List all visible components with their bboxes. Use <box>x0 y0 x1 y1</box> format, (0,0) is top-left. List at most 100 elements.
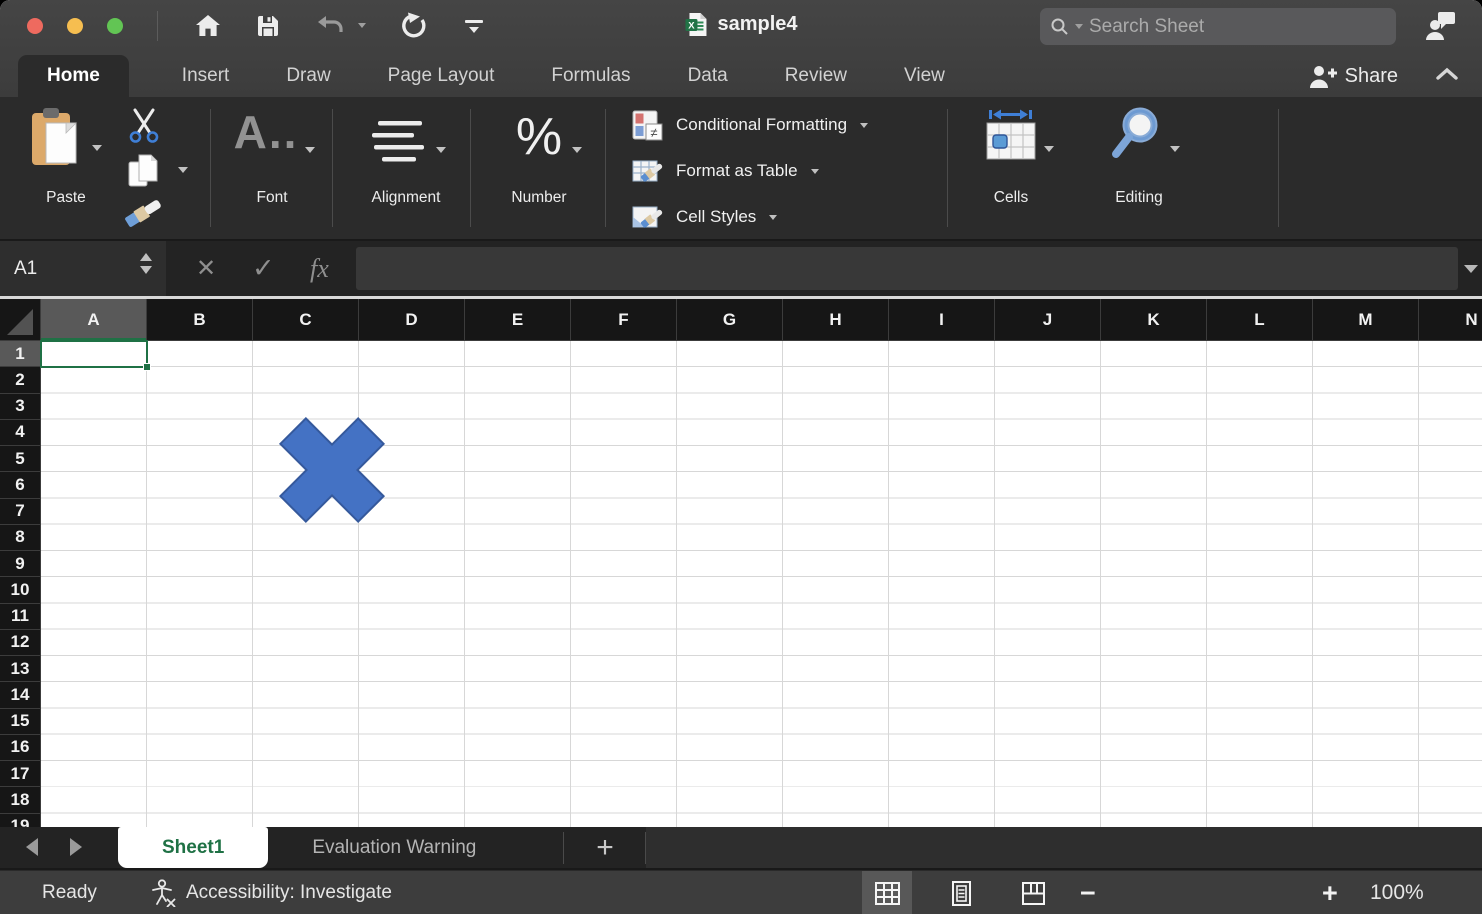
format-painter-icon <box>122 195 166 229</box>
minimize-window-button[interactable] <box>67 18 83 34</box>
fill-handle[interactable] <box>143 363 151 371</box>
paste-button[interactable] <box>30 107 80 174</box>
select-all-button[interactable] <box>0 299 41 341</box>
row-header-15[interactable]: 15 <box>0 709 41 735</box>
save-button[interactable] <box>250 8 286 44</box>
undo-dropdown[interactable] <box>358 23 366 28</box>
cut-button[interactable] <box>126 108 162 149</box>
zoom-out-button[interactable]: − <box>1080 871 1096 914</box>
conditional-formatting-button[interactable]: ≠ Conditional Formatting <box>632 110 868 140</box>
sheet-tabs: Sheet1Evaluation Warning <box>118 827 520 868</box>
cells-button[interactable] <box>982 109 1040 166</box>
undo-button[interactable] <box>313 8 349 44</box>
insert-function-button[interactable]: fx <box>310 241 329 296</box>
number-dropdown[interactable] <box>572 147 582 153</box>
cells-dropdown[interactable] <box>1044 146 1054 152</box>
row-header-3[interactable]: 3 <box>0 394 41 420</box>
formula-input[interactable] <box>356 247 1458 290</box>
format-painter-button[interactable] <box>122 195 166 234</box>
page-break-view-button[interactable] <box>1008 871 1058 914</box>
row-header-5[interactable]: 5 <box>0 446 41 472</box>
ribbon-group-divider <box>470 109 471 227</box>
column-header-d[interactable]: D <box>359 299 465 341</box>
sheet-tab-evaluation-warning[interactable]: Evaluation Warning <box>268 827 520 868</box>
editing-dropdown[interactable] <box>1170 146 1180 152</box>
tab-page-layout[interactable]: Page Layout <box>384 55 499 97</box>
name-box[interactable]: A1 <box>0 241 166 296</box>
row-header-4[interactable]: 4 <box>0 420 41 446</box>
add-sheet-button[interactable]: + <box>565 827 645 868</box>
cell-styles-button[interactable]: Cell Styles <box>632 202 777 232</box>
next-sheet-button[interactable] <box>70 838 82 856</box>
toolbar-divider <box>157 11 158 41</box>
row-header-13[interactable]: 13 <box>0 656 41 682</box>
home-button[interactable] <box>190 8 226 44</box>
formula-bar-expand[interactable] <box>1464 265 1478 273</box>
tab-review[interactable]: Review <box>781 55 851 97</box>
column-header-m[interactable]: M <box>1313 299 1419 341</box>
previous-sheet-button[interactable] <box>26 838 38 856</box>
cancel-button[interactable]: ✕ <box>196 241 216 296</box>
row-header-10[interactable]: 10 <box>0 577 41 603</box>
column-header-a[interactable]: A <box>41 299 147 341</box>
tab-draw[interactable]: Draw <box>282 55 334 97</box>
column-header-i[interactable]: I <box>889 299 995 341</box>
copy-dropdown[interactable] <box>178 167 188 173</box>
column-header-j[interactable]: J <box>995 299 1101 341</box>
grid-cells[interactable] <box>41 341 1482 827</box>
row-header-18[interactable]: 18 <box>0 787 41 813</box>
format-as-table-button[interactable]: Format as Table <box>632 156 819 186</box>
normal-view-button[interactable] <box>862 871 912 914</box>
column-header-e[interactable]: E <box>465 299 571 341</box>
share-button[interactable]: Share <box>1307 64 1398 88</box>
number-format-button[interactable]: % <box>506 107 572 167</box>
tab-insert[interactable]: Insert <box>178 55 234 97</box>
page-layout-view-button[interactable] <box>936 871 986 914</box>
editing-button[interactable] <box>1110 106 1162 167</box>
row-header-9[interactable]: 9 <box>0 551 41 577</box>
row-header-14[interactable]: 14 <box>0 682 41 708</box>
row-header-8[interactable]: 8 <box>0 525 41 551</box>
customize-toolbar-button[interactable] <box>456 8 492 44</box>
row-header-16[interactable]: 16 <box>0 735 41 761</box>
tab-home[interactable]: Home <box>18 55 129 97</box>
row-header-11[interactable]: 11 <box>0 604 41 630</box>
column-header-h[interactable]: H <box>783 299 889 341</box>
column-header-c[interactable]: C <box>253 299 359 341</box>
cross-shape[interactable] <box>272 412 392 528</box>
row-header-17[interactable]: 17 <box>0 761 41 787</box>
row-header-1[interactable]: 1 <box>0 341 41 367</box>
copy-button[interactable] <box>127 153 161 196</box>
column-header-b[interactable]: B <box>147 299 253 341</box>
close-window-button[interactable] <box>27 18 43 34</box>
row-header-2[interactable]: 2 <box>0 367 41 393</box>
row-header-6[interactable]: 6 <box>0 472 41 498</box>
column-header-g[interactable]: G <box>677 299 783 341</box>
paste-dropdown[interactable] <box>92 145 102 151</box>
tab-data[interactable]: Data <box>684 55 732 97</box>
font-settings-button[interactable]: A.. <box>228 105 304 159</box>
column-header-n[interactable]: N <box>1419 299 1482 341</box>
fullscreen-window-button[interactable] <box>107 18 123 34</box>
column-header-k[interactable]: K <box>1101 299 1207 341</box>
tab-view[interactable]: View <box>900 55 949 97</box>
comments-button[interactable] <box>1422 8 1458 44</box>
column-header-l[interactable]: L <box>1207 299 1313 341</box>
search-input[interactable]: Search Sheet <box>1040 8 1396 45</box>
tab-formulas[interactable]: Formulas <box>547 55 634 97</box>
name-box-spinner[interactable] <box>140 253 152 274</box>
row-header-7[interactable]: 7 <box>0 499 41 525</box>
alignment-dropdown[interactable] <box>436 147 446 153</box>
zoom-in-button[interactable]: + <box>1322 871 1338 914</box>
font-dropdown[interactable] <box>305 147 315 153</box>
sheet-tab-sheet1[interactable]: Sheet1 <box>118 827 268 868</box>
enter-button[interactable]: ✓ <box>252 241 275 296</box>
accessibility-status[interactable]: Accessibility: Investigate <box>150 871 392 914</box>
alignment-button[interactable] <box>368 119 430 170</box>
redo-button[interactable] <box>396 8 432 44</box>
zoom-level[interactable]: 100% <box>1370 871 1424 914</box>
collapse-ribbon-button[interactable] <box>1436 67 1458 85</box>
row-header-19[interactable]: 19 <box>0 814 41 828</box>
row-header-12[interactable]: 12 <box>0 630 41 656</box>
column-header-f[interactable]: F <box>571 299 677 341</box>
